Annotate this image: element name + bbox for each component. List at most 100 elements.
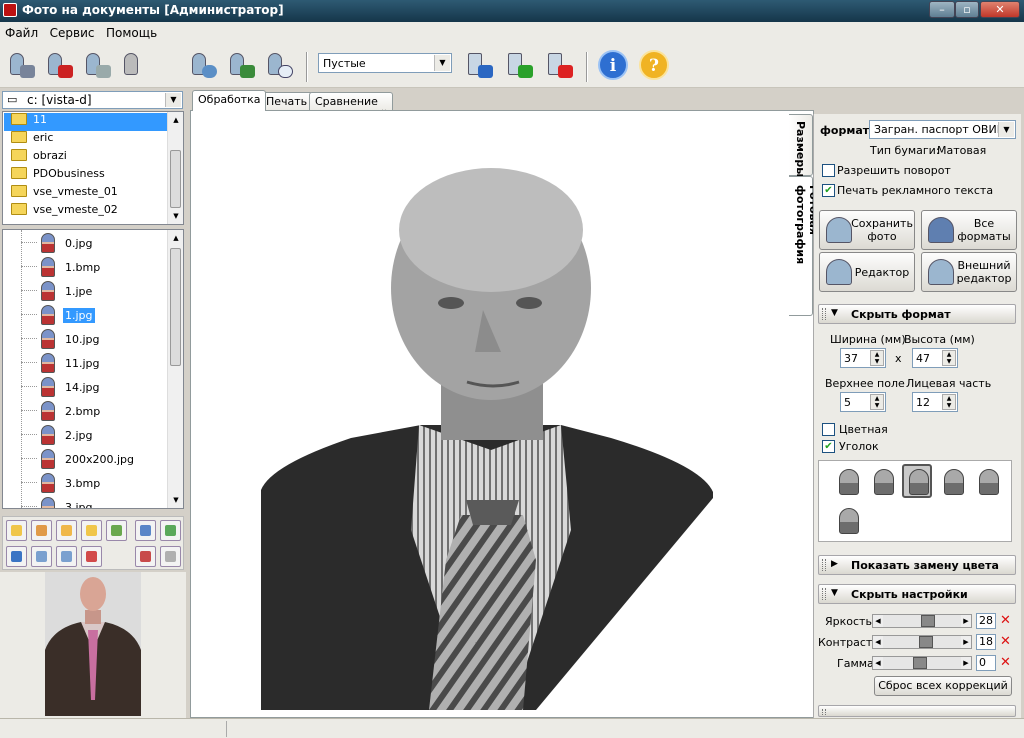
move-folder-button[interactable]	[106, 520, 127, 541]
folder-item[interactable]: obrazi	[11, 149, 67, 167]
gamma-slider[interactable]: ◀ ▶	[872, 656, 972, 670]
section-format-toggle[interactable]: ▼ Скрыть формат	[818, 304, 1016, 324]
add-template-button[interactable]	[502, 51, 536, 83]
file-item[interactable]: 2.bmp	[3, 399, 163, 423]
refresh-button[interactable]	[160, 520, 181, 541]
move-file-button[interactable]	[56, 546, 77, 567]
select-template-button[interactable]	[462, 51, 496, 83]
editor-button[interactable]: Редактор	[819, 252, 915, 292]
top-margin-spinner[interactable]: 5 ▲ ▼	[840, 392, 886, 412]
save-photo-button[interactable]: Сохранить фото	[819, 210, 915, 250]
tab-finished-photo[interactable]: Готовая фотография	[789, 176, 820, 316]
file-item[interactable]: 3.jpg	[3, 495, 163, 508]
scroll-up-icon[interactable]: ▲	[168, 112, 184, 128]
user-photo-button[interactable]	[224, 51, 258, 83]
sort-date-button[interactable]	[160, 546, 181, 567]
drive-combo[interactable]: ▭ c: [vista-d] ▼	[2, 91, 183, 109]
delete-template-button[interactable]	[542, 51, 576, 83]
corner-style-option-selected[interactable]	[902, 464, 932, 498]
remove-folder-button[interactable]	[31, 520, 52, 541]
reset-contrast-icon[interactable]: ✕	[1000, 635, 1012, 648]
spin-arrows-icon[interactable]: ▲ ▼	[942, 350, 956, 366]
tab-processing[interactable]: Обработка	[192, 90, 267, 111]
scroll-thumb[interactable]	[170, 248, 181, 366]
search-photo-button[interactable]	[80, 51, 114, 83]
file-item[interactable]: 1.bmp	[3, 255, 163, 279]
corner-style-option[interactable]	[938, 465, 968, 499]
reset-brightness-icon[interactable]: ✕	[1000, 614, 1012, 627]
maximize-button[interactable]: ▫	[955, 1, 979, 18]
allow-rotate-checkbox[interactable]	[822, 164, 835, 177]
slider-right-icon[interactable]: ▶	[961, 615, 971, 627]
section-settings-toggle[interactable]: ▼ Скрыть настройки	[818, 584, 1016, 604]
preview-thumbnail[interactable]	[45, 572, 141, 716]
external-editor-button[interactable]: Внешний редактор	[921, 252, 1017, 292]
sort-za-button[interactable]	[135, 546, 156, 567]
contrast-slider[interactable]: ◀ ▶	[872, 635, 972, 649]
corner-checkbox[interactable]: ✔	[822, 440, 835, 453]
file-item[interactable]: 200x200.jpg	[3, 447, 163, 471]
sort-az-button[interactable]	[135, 520, 156, 541]
folder-item[interactable]: eric	[11, 131, 53, 149]
passport-photo[interactable]	[261, 120, 727, 710]
corner-style-option[interactable]	[833, 465, 863, 499]
copy-folder-button[interactable]	[81, 520, 102, 541]
slider-left-icon[interactable]: ◀	[873, 657, 883, 669]
file-item[interactable]: 11.jpg	[3, 351, 163, 375]
settings-photo-button[interactable]	[186, 51, 220, 83]
width-spinner[interactable]: 37 ▲ ▼	[840, 348, 886, 368]
delete-file-button[interactable]	[81, 546, 102, 567]
new-folder-button[interactable]	[6, 520, 27, 541]
all-formats-button[interactable]: Все форматы	[921, 210, 1017, 250]
slider-right-icon[interactable]: ▶	[961, 636, 971, 648]
open-folder-button[interactable]	[56, 520, 77, 541]
file-item[interactable]: 10.jpg	[3, 327, 163, 351]
folder-item[interactable]: PDObusiness	[11, 167, 105, 185]
contrast-value[interactable]: 18	[976, 634, 996, 650]
tab-print[interactable]: Печать	[260, 92, 314, 110]
tab-compare[interactable]: Сравнение фотографий	[309, 92, 394, 121]
folder-item[interactable]: vse_vmeste_02	[11, 203, 118, 221]
close-button[interactable]: ✕	[980, 1, 1020, 18]
file-item[interactable]: 1.jpe	[3, 279, 163, 303]
reset-gamma-icon[interactable]: ✕	[1000, 656, 1012, 669]
file-item[interactable]: 2.jpg	[3, 423, 163, 447]
copy-file-button[interactable]	[31, 546, 52, 567]
folder-item[interactable]: vse_vmeste_01	[11, 185, 118, 203]
folder-item[interactable]: 11	[4, 113, 168, 131]
brightness-knob[interactable]	[921, 615, 935, 627]
scroll-thumb[interactable]	[170, 150, 181, 208]
color-checkbox[interactable]	[822, 423, 835, 436]
contrast-knob[interactable]	[919, 636, 933, 648]
section-colors-toggle[interactable]: ▶ Показать замену цвета	[818, 555, 1016, 575]
print-ad-checkbox[interactable]: ✔	[822, 184, 835, 197]
template-combo[interactable]: Пустые ▼	[318, 53, 452, 73]
capture-photo-button[interactable]	[4, 51, 38, 83]
gamma-knob[interactable]	[913, 657, 927, 669]
menu-service[interactable]: Сервис	[45, 22, 98, 40]
format-combo[interactable]: Загран. паспорт ОВИР ▼	[869, 120, 1016, 139]
scroll-down-icon[interactable]: ▼	[168, 208, 184, 224]
face-spinner[interactable]: 12 ▲ ▼	[912, 392, 958, 412]
slider-left-icon[interactable]: ◀	[873, 615, 883, 627]
height-spinner[interactable]: 47 ▲ ▼	[912, 348, 958, 368]
corner-style-option[interactable]	[973, 465, 1003, 499]
corner-style-option[interactable]	[868, 465, 898, 499]
schedule-button[interactable]	[262, 51, 296, 83]
help-icon[interactable]: ?	[639, 50, 669, 80]
section-collapsed[interactable]	[818, 705, 1016, 717]
menu-file[interactable]: Файл	[0, 22, 41, 40]
slider-left-icon[interactable]: ◀	[873, 636, 883, 648]
reset-all-button[interactable]: Сброс всех коррекций	[874, 676, 1012, 696]
file-item[interactable]: 0.jpg	[3, 231, 163, 255]
remove-photo-button[interactable]	[42, 51, 76, 83]
file-item[interactable]: 1.jpg	[3, 303, 163, 327]
info-icon[interactable]: i	[598, 50, 628, 80]
gamma-value[interactable]: 0	[976, 655, 996, 671]
corner-style-option[interactable]	[833, 504, 863, 538]
photo-canvas[interactable]	[190, 110, 814, 718]
spin-arrows-icon[interactable]: ▲ ▼	[870, 394, 884, 410]
scroll-down-icon[interactable]: ▼	[168, 492, 183, 508]
spin-arrows-icon[interactable]: ▲ ▼	[870, 350, 884, 366]
menu-help[interactable]: Помощь	[101, 22, 160, 40]
